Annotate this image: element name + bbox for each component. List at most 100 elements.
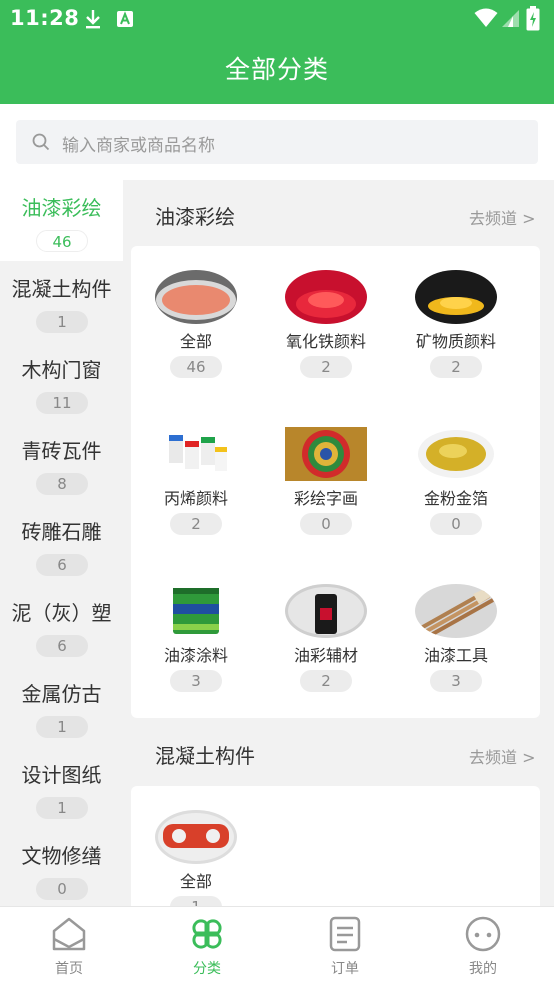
sidebar-item-label: 泥（灰）塑 [11, 601, 112, 625]
page-title: 全部分类 [224, 55, 329, 84]
subcategory-grid: 全部 1 [131, 786, 540, 906]
sidebar-item-label: 青砖瓦件 [21, 439, 102, 463]
subcategory-count: 0 [300, 513, 352, 535]
wifi-icon [474, 8, 498, 27]
sidebar-item-plaster[interactable]: 泥（灰）塑 6 [0, 585, 123, 666]
sidebar-item-label: 木构门窗 [21, 358, 102, 382]
tab-label: 我的 [469, 961, 497, 977]
subcategory-name: 油漆工具 [423, 646, 488, 665]
subcategory-item[interactable]: 全部 46 [131, 270, 261, 400]
sidebar-item-label: 砖雕石雕 [21, 520, 102, 544]
sidebar-item-paint[interactable]: 油漆彩绘 46 [0, 180, 123, 261]
search-bar-area: 输入商家或商品名称 [0, 104, 554, 180]
section-title: 油漆彩绘 [155, 205, 235, 229]
sidebar-item-label: 金属仿古 [21, 682, 102, 706]
sidebar-item-count: 11 [36, 392, 88, 414]
subcategory-item[interactable]: 油彩辅材 2 [261, 584, 391, 714]
subcategory-count: 2 [170, 513, 222, 535]
sidebar-item-carving[interactable]: 砖雕石雕 6 [0, 504, 123, 585]
subcategory-item[interactable]: 彩绘字画 0 [261, 427, 391, 557]
tab-label: 分类 [193, 961, 221, 977]
subcategory-item[interactable]: 矿物质颜料 2 [391, 270, 521, 400]
subcategory-name: 全部 [179, 332, 212, 351]
subcategory-grid: 全部 46 氧化铁颜料 2 矿物质颜料 2 丙烯颜料 2 彩绘字画 0 金粉金箔… [131, 246, 540, 718]
sidebar-item-count: 6 [36, 554, 88, 576]
sidebar-item-label: 设计图纸 [21, 763, 102, 787]
sidebar-item-concrete[interactable]: 混凝土构件 1 [0, 261, 123, 342]
subcategory-name: 金粉金箔 [423, 489, 488, 508]
sidebar-item-count: 1 [36, 716, 88, 738]
sidebar-item-count: 6 [36, 635, 88, 657]
tab-profile[interactable]: 我的 [414, 907, 552, 984]
sidebar-item-count: 46 [36, 230, 88, 252]
tab-home[interactable]: 首页 [0, 907, 138, 984]
sidebar-item-bricks-tiles[interactable]: 青砖瓦件 8 [0, 423, 123, 504]
sidebar-item-drawings[interactable]: 设计图纸 1 [0, 747, 123, 828]
sidebar-item-count: 8 [36, 473, 88, 495]
category-icon [192, 919, 222, 949]
subcategory-count: 1 [170, 896, 222, 906]
category-sidebar: 油漆彩绘 46 混凝土构件 1 木构门窗 11 青砖瓦件 8 砖雕石雕 6 泥（… [0, 180, 123, 906]
subcategory-count: 46 [170, 356, 222, 378]
battery-icon [526, 6, 540, 31]
cell-signal-icon [502, 10, 519, 27]
sidebar-item-label: 文物修缮 [21, 844, 102, 868]
subcategory-name: 油漆涂料 [163, 646, 228, 665]
home-icon [52, 917, 86, 951]
red-pigment-image [285, 270, 367, 324]
status-bar: 11:28 [0, 0, 554, 38]
subcategory-name: 全部 [179, 872, 212, 891]
sidebar-item-label: 油漆彩绘 [21, 196, 102, 220]
search-input[interactable]: 输入商家或商品名称 [16, 120, 538, 164]
sidebar-item-count: 1 [36, 797, 88, 819]
gold-powder-image [415, 427, 497, 481]
profile-icon [465, 916, 501, 952]
subcategory-item[interactable]: 丙烯颜料 2 [131, 427, 261, 557]
sidebar-item-wood-doors[interactable]: 木构门窗 11 [0, 342, 123, 423]
sidebar-item-count: 1 [36, 311, 88, 333]
subcategory-name: 氧化铁颜料 [285, 332, 366, 351]
category-content: 油漆彩绘 去频道 > 全部 46 氧化铁颜料 2 矿物质颜料 2 丙烯颜料 2 … [123, 180, 554, 906]
subcategory-item[interactable]: 氧化铁颜料 2 [261, 270, 391, 400]
mineral-pigment-image [415, 270, 497, 324]
subcategory-name: 油彩辅材 [293, 646, 358, 665]
subcategory-count: 3 [430, 670, 482, 692]
sidebar-item-restoration[interactable]: 文物修缮 0 [0, 828, 123, 906]
concrete-component-image [155, 810, 237, 864]
tab-label: 订单 [331, 961, 359, 977]
search-icon [32, 133, 50, 151]
painted-pattern-image [285, 427, 367, 481]
go-channel-link[interactable]: 去频道 > [469, 205, 536, 229]
sidebar-item-label: 混凝土构件 [11, 277, 112, 301]
app-notification-icon [117, 11, 133, 27]
tab-category[interactable]: 分类 [138, 907, 276, 984]
subcategory-name: 矿物质颜料 [415, 332, 496, 351]
go-channel-link[interactable]: 去频道 > [469, 744, 536, 768]
subcategory-item[interactable]: 金粉金箔 0 [391, 427, 521, 557]
subcategory-name: 彩绘字画 [293, 489, 358, 508]
search-placeholder: 输入商家或商品名称 [62, 136, 215, 156]
subcategory-name: 丙烯颜料 [163, 489, 228, 508]
paint-bucket-image [155, 584, 237, 638]
acrylic-paint-image [155, 427, 237, 481]
sidebar-item-metal[interactable]: 金属仿古 1 [0, 666, 123, 747]
subcategory-count: 2 [300, 356, 352, 378]
section-title: 混凝土构件 [155, 744, 255, 768]
subcategory-item[interactable]: 油漆工具 3 [391, 584, 521, 714]
subcategory-item[interactable]: 油漆涂料 3 [131, 584, 261, 714]
tab-label: 首页 [55, 961, 83, 977]
paint-accessories-image [285, 584, 367, 638]
paint-bowl-image [155, 270, 237, 324]
subcategory-count: 2 [430, 356, 482, 378]
subcategory-item[interactable]: 全部 1 [131, 810, 261, 906]
sidebar-item-count: 0 [36, 878, 88, 900]
subcategory-count: 2 [300, 670, 352, 692]
tab-orders[interactable]: 订单 [276, 907, 414, 984]
download-icon [86, 10, 100, 29]
status-time: 11:28 [10, 6, 80, 30]
order-icon [329, 916, 361, 952]
app-header: 11:28 全部分类 [0, 0, 554, 104]
bottom-tab-bar: 首页 分类 订单 我的 [0, 906, 554, 984]
subcategory-count: 3 [170, 670, 222, 692]
subcategory-count: 0 [430, 513, 482, 535]
